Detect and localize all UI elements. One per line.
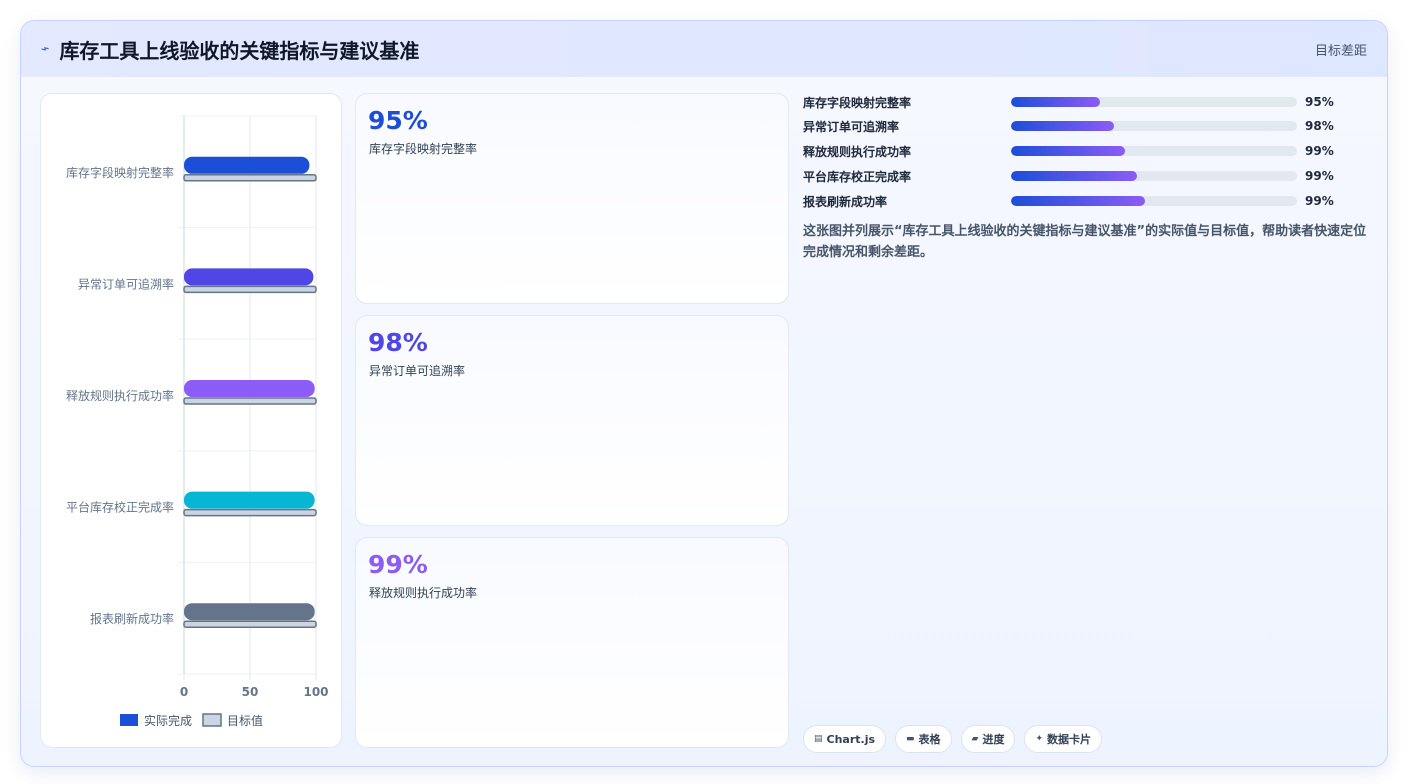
- bar-actual: [184, 380, 315, 397]
- legend-label-target: 目标值: [227, 713, 263, 728]
- progress-row: 异常订单可追溯率 98%: [803, 117, 1363, 135]
- y-category-label: 库存字段映射完整率: [66, 165, 174, 180]
- chart-card: 0 50 100 库存字段映射完整率异常订单可追溯率释放规则执行成功率 平台库存校正完成…: [40, 93, 342, 748]
- progress-label: 异常订单可追溯率: [803, 119, 900, 134]
- progress-value: 95%: [1305, 95, 1334, 109]
- page-title: 库存工具上线验收的关键指标与建议基准: [59, 38, 420, 63]
- legend-swatch-actual: [120, 714, 138, 726]
- progress-fill: [1011, 196, 1146, 206]
- kpi-card: 99% 释放规则执行成功率: [355, 537, 789, 748]
- dashboard-window: ⌁ 库存工具上线验收的关键指标与建议基准 目标差距 0 50 100 库存字段映射完整…: [20, 20, 1388, 767]
- progress-label: 库存字段映射完整率: [803, 95, 912, 110]
- kpi-value: 98%: [368, 328, 428, 357]
- chip-progress[interactable]: ▰ 进度: [960, 725, 1016, 753]
- progress-fill: [1011, 121, 1114, 131]
- tag-chips: ▤ Chart.js ▬ 表格 ▰ 进度 ✦ 数据卡片: [803, 725, 1103, 753]
- kpi-label: 释放规则执行成功率: [369, 586, 478, 600]
- chip-table[interactable]: ▬ 表格: [895, 725, 952, 753]
- kpi-label: 库存字段映射完整率: [369, 142, 478, 156]
- progress-value: 99%: [1305, 144, 1334, 158]
- bar-actual: [184, 268, 314, 286]
- x-tick-label: 0: [180, 685, 188, 699]
- chart-description: 这张图并列展示“库存工具上线验收的关键指标与建议基准”的实际值与目标值，帮助读者…: [803, 224, 1367, 260]
- x-tick-label: 50: [242, 685, 259, 699]
- legend-label-actual: 实际完成: [144, 713, 192, 728]
- bar-target: [183, 174, 317, 182]
- title-group: ⌁ 库存工具上线验收的关键指标与建议基准: [38, 35, 420, 64]
- header-bar: ⌁ 库存工具上线验收的关键指标与建议基准 目标差距: [21, 21, 1387, 77]
- y-category-label: 平台库存校正完成率: [66, 500, 174, 515]
- chip-label: 数据卡片: [1047, 733, 1092, 746]
- table-icon: ▬: [906, 734, 915, 744]
- chip-data-cards[interactable]: ✦ 数据卡片: [1024, 725, 1103, 753]
- progress-track: [1011, 196, 1297, 206]
- progress-row: 库存字段映射完整率 95%: [803, 93, 1363, 111]
- progress-fill: [1011, 146, 1126, 156]
- progress-icon: ▰: [971, 734, 979, 744]
- chip-label: 进度: [982, 733, 1005, 746]
- progress-label: 释放规则执行成功率: [803, 144, 912, 159]
- pulse-icon: ⌁: [38, 40, 52, 58]
- bar-actual: [184, 603, 315, 621]
- progress-value: 98%: [1305, 119, 1334, 133]
- x-tick-label: 100: [303, 685, 328, 699]
- y-category-label: 报表刷新成功率: [90, 611, 174, 626]
- progress-panel: 库存字段映射完整率 95% 异常订单可追溯率 98% 释放规则执行成功率 99%…: [803, 93, 1373, 753]
- chip-label: Chart.js: [826, 732, 876, 746]
- bar-chart: 0 50 100 库存字段映射完整率异常订单可追溯率释放规则执行成功率平台库存校正完成…: [66, 115, 329, 728]
- progress-track: [1011, 97, 1297, 107]
- chip-chartjs[interactable]: ▤ Chart.js: [803, 725, 887, 753]
- bar-target: [183, 620, 317, 628]
- progress-label: 平台库存校正完成率: [803, 169, 912, 184]
- progress-track: [1011, 121, 1297, 131]
- kpi-card: 98% 异常订单可追溯率: [355, 315, 789, 526]
- progress-fill: [1011, 97, 1100, 107]
- progress-track: [1011, 146, 1297, 156]
- bar-actual: [184, 491, 315, 509]
- progress-track: [1011, 171, 1297, 181]
- progress-value: 99%: [1305, 194, 1334, 208]
- progress-fill: [1011, 171, 1137, 181]
- progress-row: 释放规则执行成功率 99%: [803, 142, 1363, 160]
- y-category-label: 异常订单可追溯率: [78, 276, 174, 291]
- bar-target: [183, 397, 317, 405]
- progress-value: 99%: [1305, 169, 1334, 183]
- kpi-value: 95%: [368, 106, 428, 135]
- bar-target: [183, 508, 317, 517]
- kpi-value: 99%: [368, 550, 428, 579]
- sparkle-icon: ✦: [1035, 734, 1044, 744]
- bar-actual: [184, 156, 310, 174]
- bar-chart-icon: ▤: [814, 734, 823, 744]
- progress-label: 报表刷新成功率: [803, 194, 888, 209]
- y-category-label: 释放规则执行成功率: [66, 388, 174, 403]
- kpi-label: 异常订单可追溯率: [369, 364, 466, 378]
- header-right-label: 目标差距: [1314, 43, 1367, 59]
- bar-target: [183, 285, 317, 294]
- legend-swatch-target: [202, 713, 222, 727]
- chip-label: 表格: [918, 733, 941, 746]
- progress-row: 报表刷新成功率 99%: [803, 192, 1363, 210]
- progress-row: 平台库存校正完成率 99%: [803, 167, 1363, 185]
- kpi-card: 95% 库存字段映射完整率: [355, 93, 789, 304]
